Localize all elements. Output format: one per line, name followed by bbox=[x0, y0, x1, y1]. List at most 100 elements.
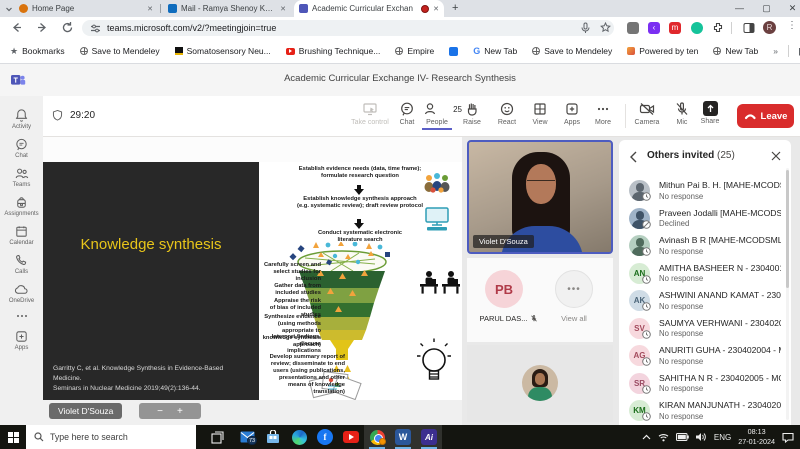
sidebar-item-apps[interactable]: Apps bbox=[0, 325, 43, 354]
mic-muted-icon bbox=[530, 314, 538, 323]
taskbar-store-app[interactable] bbox=[260, 425, 286, 449]
funnel-label-1: Carefully screen and select studies for … bbox=[261, 262, 321, 283]
tab-mail[interactable]: Mail - Ramya Shenoy Kudpi [M ✕ bbox=[163, 0, 291, 17]
wifi-icon[interactable] bbox=[658, 433, 669, 442]
forward-icon[interactable] bbox=[36, 21, 49, 34]
bookmark-item[interactable]: Somatosensory Neu... bbox=[175, 46, 271, 56]
tab-search-chevron-icon[interactable] bbox=[5, 5, 13, 13]
extension-icon-1[interactable] bbox=[627, 22, 639, 34]
participant-row[interactable]: SR SAHITHA N R - 230402005 - MCO... No r… bbox=[619, 371, 784, 398]
hidden-icons-chevron[interactable] bbox=[642, 434, 651, 440]
extensions-puzzle-icon[interactable] bbox=[712, 22, 724, 34]
bookmark-item[interactable]: Empire bbox=[395, 46, 434, 56]
sidebar-item-onedrive[interactable]: OneDrive bbox=[0, 278, 43, 307]
window-minimize-button[interactable]: — bbox=[733, 2, 746, 15]
sidebar-item-chat[interactable]: Chat bbox=[0, 133, 43, 162]
more-button[interactable]: More bbox=[581, 101, 625, 126]
search-input[interactable] bbox=[50, 432, 180, 442]
taskbar-chrome-app[interactable] bbox=[364, 425, 390, 449]
participant-row[interactable]: Avinash B R [MAHE-MCODSMLR] No response bbox=[619, 233, 784, 260]
taskbar-edge-app[interactable] bbox=[286, 425, 312, 449]
sidebar-item-activity[interactable]: Activity bbox=[0, 104, 43, 133]
close-panel-icon[interactable] bbox=[771, 151, 781, 161]
apps-plus-icon bbox=[564, 101, 580, 117]
start-button[interactable] bbox=[0, 425, 26, 449]
no-response-status-icon bbox=[642, 330, 651, 339]
participant-row[interactable]: KM KIRAN MANJUNATH - 230402006 ... No re… bbox=[619, 398, 784, 425]
bookmark-item-icon-only[interactable] bbox=[449, 47, 458, 56]
back-icon[interactable] bbox=[10, 21, 23, 34]
people-icon bbox=[423, 101, 439, 117]
view-all-avatar[interactable]: ••• bbox=[555, 270, 593, 308]
tab-close-icon[interactable]: ✕ bbox=[433, 5, 439, 13]
mendeley-extension-icon[interactable]: m bbox=[669, 22, 681, 34]
side-panel-icon[interactable] bbox=[743, 22, 755, 34]
bookmark-item[interactable]: Save to Mendeley bbox=[532, 46, 612, 56]
sidebar-item-calendar[interactable]: Calendar bbox=[0, 220, 43, 249]
task-view-button[interactable] bbox=[204, 425, 230, 449]
mail-unread-badge: 73 bbox=[247, 436, 257, 445]
address-bar[interactable]: teams.microsoft.com/v2/?meetingjoin=true bbox=[82, 20, 614, 36]
window-close-button[interactable]: ✕ bbox=[786, 2, 799, 15]
taskbar-facebook-app[interactable]: f bbox=[312, 425, 338, 449]
zoom-out-button[interactable]: − bbox=[157, 406, 163, 417]
bookmark-item[interactable]: Powered by ten bbox=[627, 46, 698, 56]
bookmark-item[interactable]: New Tab bbox=[713, 46, 758, 56]
secondary-video-tile[interactable] bbox=[467, 345, 613, 422]
url-text: teams.microsoft.com/v2/?meetingjoin=true bbox=[107, 23, 276, 33]
taskbar-search-box[interactable] bbox=[26, 425, 196, 449]
clock-time: 08:13 bbox=[738, 427, 775, 437]
taskbar-word-app[interactable]: W bbox=[390, 425, 416, 449]
bookmark-item[interactable]: GNew Tab bbox=[473, 46, 517, 56]
participant-row[interactable]: SV SAUMYA VERHWANI - 230402003 ... No re… bbox=[619, 316, 784, 343]
sidebar-item-calls[interactable]: Calls bbox=[0, 249, 43, 278]
extension-icon-2[interactable]: ‹ bbox=[648, 22, 660, 34]
bookmarks-overflow-chevron[interactable]: » bbox=[773, 46, 778, 56]
taskbar-clock[interactable]: 08:13 27-01-2024 bbox=[738, 427, 775, 446]
language-indicator[interactable]: ENG bbox=[714, 433, 731, 442]
participant-row[interactable]: Mithun Pai B. H. [MAHE-MCODS] No respons… bbox=[619, 178, 784, 205]
site-settings-icon[interactable] bbox=[90, 23, 101, 34]
grammarly-extension-icon[interactable] bbox=[691, 22, 703, 34]
share-button[interactable]: Share bbox=[688, 101, 732, 125]
battery-icon[interactable] bbox=[676, 433, 689, 441]
tab-teams-meeting[interactable]: Academic Curricular Exchan ✕ bbox=[294, 0, 444, 17]
participant-row[interactable]: Praveen Jodalli [MAHE-MCODSMLR] Declined bbox=[619, 206, 784, 233]
bookmark-star-icon[interactable] bbox=[600, 22, 611, 33]
window-maximize-button[interactable]: ▢ bbox=[760, 2, 773, 15]
stage-zoom-control[interactable]: − + bbox=[139, 403, 201, 419]
reload-icon[interactable] bbox=[61, 21, 74, 34]
zoom-in-button[interactable]: + bbox=[177, 406, 183, 417]
view-all-label[interactable]: View all bbox=[555, 314, 593, 323]
sidebar-more-button[interactable] bbox=[0, 307, 43, 325]
panel-scrollbar-thumb[interactable] bbox=[786, 170, 789, 288]
taskbar-mail-app[interactable]: 73 bbox=[234, 425, 260, 449]
main-video-tile[interactable]: Violet D'Souza bbox=[467, 140, 613, 254]
sidebar-item-teams[interactable]: Teams bbox=[0, 162, 43, 191]
tab-close-icon[interactable]: ✕ bbox=[147, 5, 153, 13]
taskbar-illustrator-app[interactable]: Ai bbox=[416, 425, 442, 449]
bookmark-item[interactable]: Save to Mendeley bbox=[80, 46, 160, 56]
funnel-label-5: Interpret findings, discuss implications bbox=[269, 334, 321, 355]
task-view-icon bbox=[211, 431, 224, 444]
tab-close-icon[interactable]: ✕ bbox=[280, 5, 286, 13]
participant-row[interactable]: AK ASHWINI ANAND KAMAT - 23040... No res… bbox=[619, 288, 784, 315]
tab-home-page[interactable]: Home Page ✕ bbox=[14, 0, 158, 17]
bookmark-item[interactable]: ★Bookmarks bbox=[10, 46, 65, 57]
new-tab-button[interactable]: + bbox=[452, 2, 458, 14]
profile-avatar[interactable]: R bbox=[763, 21, 776, 34]
leave-button[interactable]: Leave bbox=[737, 104, 794, 128]
sidebar-item-assignments[interactable]: Assignments bbox=[0, 191, 43, 220]
back-chevron-icon[interactable] bbox=[629, 151, 638, 163]
voice-search-icon[interactable] bbox=[580, 22, 591, 34]
taskbar-youtube-app[interactable] bbox=[338, 425, 364, 449]
attendee-avatar-pb[interactable]: PB bbox=[485, 270, 523, 308]
volume-icon[interactable] bbox=[696, 432, 707, 442]
participant-row[interactable]: AN AMITHA BASHEER N - 230400101 ... No r… bbox=[619, 261, 784, 288]
participant-row[interactable]: AG ANURITI GUHA - 230402004 - MC... No r… bbox=[619, 343, 784, 370]
action-center-icon[interactable] bbox=[782, 432, 794, 443]
google-g-icon: G bbox=[473, 46, 480, 56]
bookmark-item[interactable]: Brushing Technique... bbox=[286, 46, 381, 56]
calendar-icon bbox=[14, 224, 29, 239]
browser-menu-kebab-icon[interactable]: ⋮ bbox=[787, 20, 797, 31]
